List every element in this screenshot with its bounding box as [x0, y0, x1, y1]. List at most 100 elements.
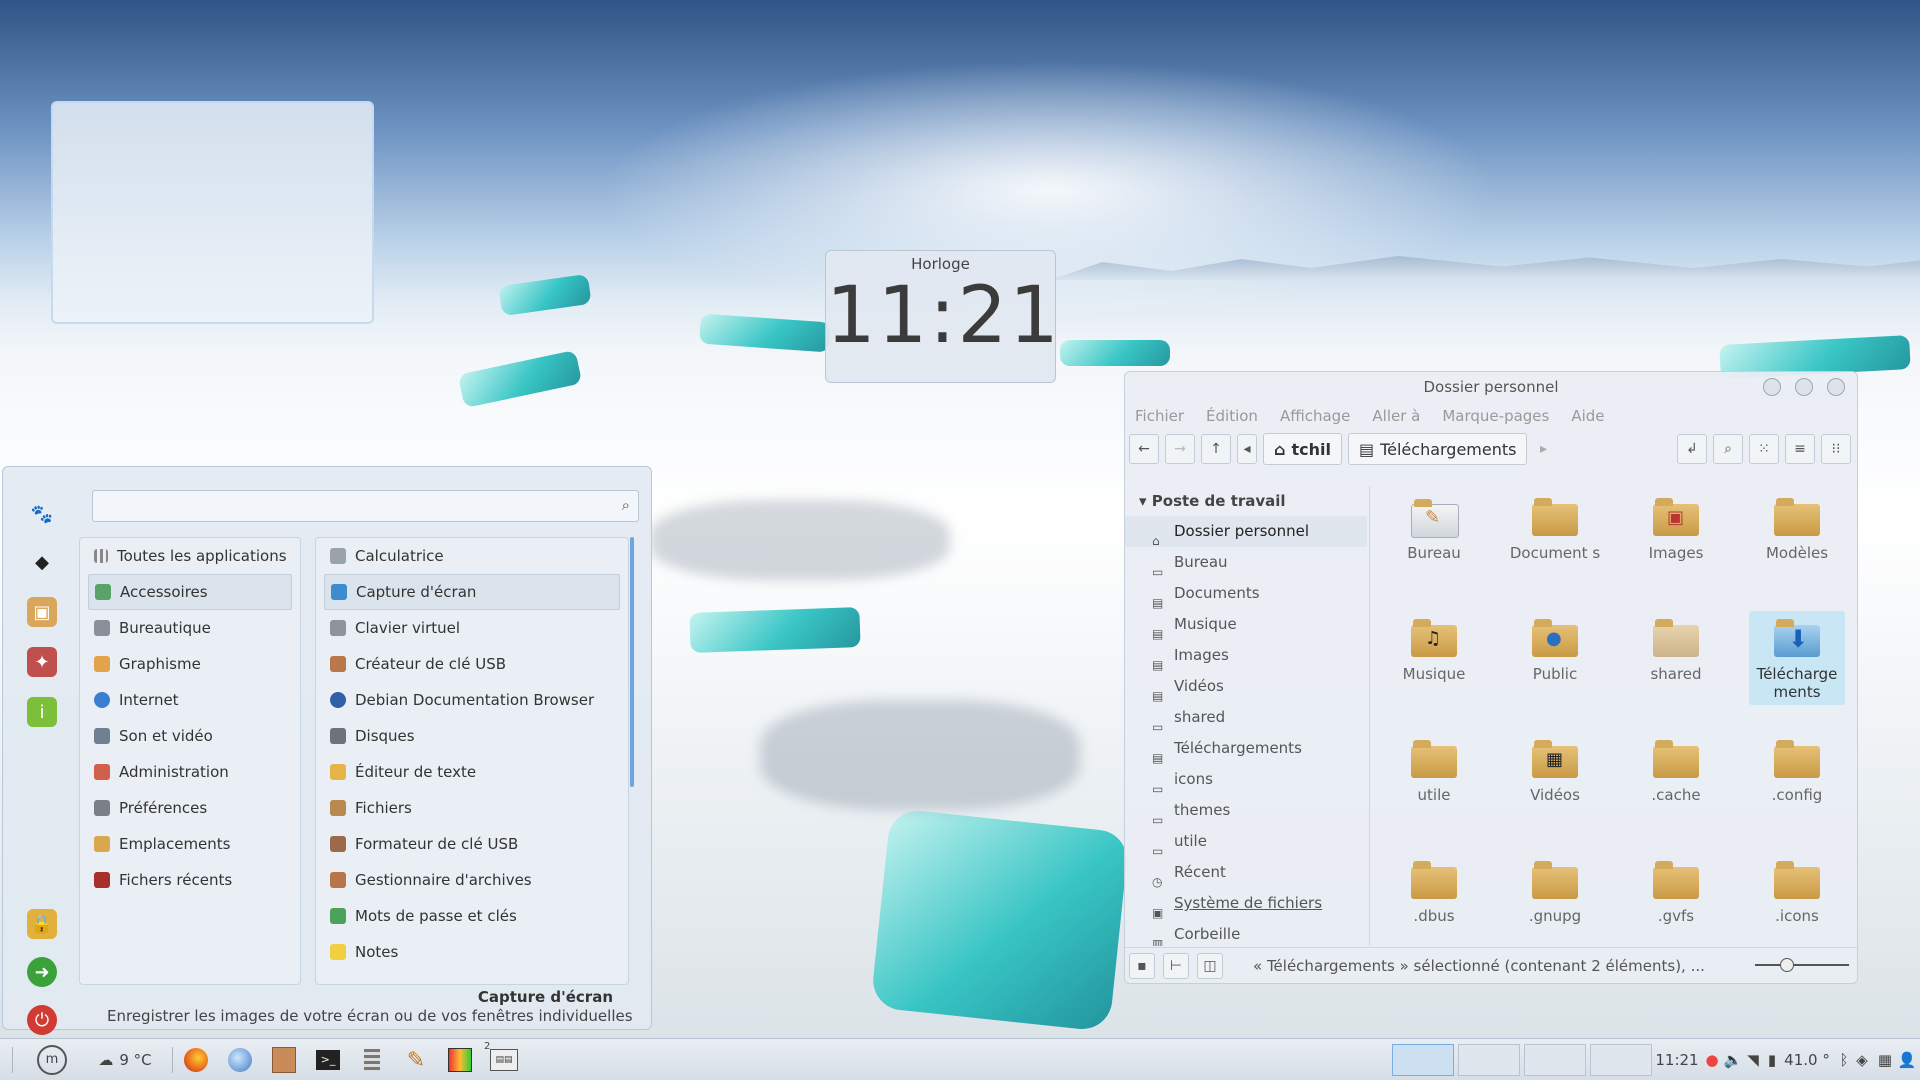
file-item-icons[interactable]: .icons	[1749, 853, 1845, 925]
file-item-gnupg[interactable]: .gnupg	[1507, 853, 1603, 925]
breadcrumb-downloads[interactable]: ▤ Téléchargements	[1347, 433, 1528, 465]
back-button[interactable]: ←	[1129, 434, 1159, 464]
sidebar-item-recent[interactable]: ◷ Récent	[1125, 857, 1369, 889]
clock-applet[interactable]: 11:21	[1654, 1045, 1700, 1075]
weather-applet[interactable]: ☁ 9 °C	[90, 1045, 160, 1075]
sidebar-item-themes[interactable]: ▭ themes	[1125, 795, 1369, 827]
zoom-slider-knob[interactable]	[1779, 958, 1794, 972]
file-item-bureau[interactable]: ✎ Bureau	[1386, 490, 1482, 562]
app-clavier-virtuel[interactable]: Clavier virtuel	[316, 610, 628, 646]
user-icon[interactable]: 👤	[1898, 1045, 1917, 1075]
bluetooth-icon[interactable]: ᛒ	[1836, 1045, 1852, 1075]
list-view-button[interactable]: ≡	[1785, 434, 1815, 464]
sidebar-item-bureau[interactable]: ▭ Bureau	[1125, 547, 1369, 579]
forward-button[interactable]: →	[1165, 434, 1195, 464]
lock-screen-icon[interactable]: 🔒	[27, 909, 57, 939]
sidebar-item-filesystem[interactable]: ▣ Système de fichiers	[1125, 888, 1369, 920]
app-fichiers[interactable]: Fichiers	[316, 790, 628, 826]
workspace-1[interactable]	[1392, 1044, 1454, 1076]
menu-fichier[interactable]: Fichier	[1135, 402, 1184, 430]
path-left-button[interactable]: ◂	[1237, 434, 1257, 464]
gimp-icon[interactable]: 🐾	[27, 499, 57, 529]
browser-launcher[interactable]	[224, 1045, 256, 1075]
category-son-et-video[interactable]: Son et vidéo	[80, 718, 300, 754]
file-item-utile[interactable]: utile	[1386, 732, 1482, 804]
category-bureautique[interactable]: Bureautique	[80, 610, 300, 646]
workspace-preview-desklet[interactable]	[51, 101, 374, 324]
shield-icon[interactable]: ◈	[1854, 1045, 1870, 1075]
archive-launcher[interactable]	[268, 1045, 300, 1075]
tree-view-button[interactable]: ⊢	[1163, 952, 1189, 979]
app-disques[interactable]: Disques	[316, 718, 628, 754]
file-item-images[interactable]: ▣ Images	[1628, 490, 1724, 562]
sidebar-item-home[interactable]: ⌂ Dossier personnel	[1125, 516, 1367, 548]
sidebar-item-utile[interactable]: ▭ utile	[1125, 826, 1369, 858]
menu-aide[interactable]: Aide	[1571, 402, 1604, 430]
menu-affichage[interactable]: Affichage	[1280, 402, 1350, 430]
package-icon[interactable]: ▣	[27, 597, 57, 627]
terminal-launcher[interactable]: >_	[312, 1045, 344, 1075]
sidebar-item-icons[interactable]: ▭ icons	[1125, 764, 1369, 796]
app-formateur-cle-usb[interactable]: Formateur de clé USB	[316, 826, 628, 862]
window-list-button[interactable]: ▤▤	[486, 1045, 522, 1075]
calculator-launcher[interactable]	[356, 1045, 388, 1075]
file-item-videos[interactable]: ▦ Vidéos	[1507, 732, 1603, 804]
file-item-cache[interactable]: .cache	[1628, 732, 1724, 804]
sidebar-item-telechargements[interactable]: ▤ Téléchargements	[1125, 733, 1369, 765]
network-icon[interactable]: ◥	[1744, 1045, 1762, 1075]
app-mots-de-passe[interactable]: Mots de passe et clés	[316, 898, 628, 934]
logout-icon[interactable]: ➜	[27, 957, 57, 987]
category-accessoires[interactable]: Accessoires	[88, 574, 292, 610]
app-calculatrice[interactable]: Calculatrice	[316, 538, 628, 574]
icon-view-button[interactable]: ⁙	[1749, 434, 1779, 464]
color-launcher[interactable]	[444, 1045, 476, 1075]
sidebar-item-videos[interactable]: ▤ Vidéos	[1125, 671, 1369, 703]
show-sidebar-button[interactable]: ▪	[1129, 952, 1155, 979]
app-createur-cle-usb[interactable]: Créateur de clé USB	[316, 646, 628, 682]
minimize-button[interactable]	[1763, 378, 1781, 396]
category-graphisme[interactable]: Graphisme	[80, 646, 300, 682]
sidebar-item-documents[interactable]: ▤ Documents	[1125, 578, 1369, 610]
compact-view-button[interactable]: ⁝⁝	[1821, 434, 1851, 464]
sidebar-item-shared[interactable]: ▭ shared	[1125, 702, 1369, 734]
file-item-telechargements[interactable]: ⬇ Télécharge ments	[1749, 611, 1845, 705]
maximize-button[interactable]	[1795, 378, 1813, 396]
breadcrumb-home[interactable]: ⌂ tchil	[1263, 433, 1342, 465]
inkscape-icon[interactable]: ◆	[27, 547, 57, 577]
path-right-button[interactable]: ▸	[1533, 434, 1553, 464]
app-notes[interactable]: Notes	[316, 934, 628, 970]
zoom-slider[interactable]	[1755, 958, 1849, 972]
file-item-dbus[interactable]: .dbus	[1386, 853, 1482, 925]
app-editeur-texte[interactable]: Éditeur de texte	[316, 754, 628, 790]
file-item-documents[interactable]: Document s	[1507, 490, 1603, 562]
menu-aller-a[interactable]: Aller à	[1372, 402, 1420, 430]
menu-edition[interactable]: Édition	[1206, 402, 1258, 430]
category-preferences[interactable]: Préférences	[80, 790, 300, 826]
workspace-4[interactable]	[1590, 1044, 1652, 1076]
battery-icon[interactable]: ▮	[1764, 1045, 1780, 1075]
file-item-gvfs[interactable]: .gvfs	[1628, 853, 1724, 925]
sidebar-header[interactable]: ▾ Poste de travail	[1125, 486, 1369, 516]
toggle-location-button[interactable]: ↲	[1677, 434, 1707, 464]
file-item-modeles[interactable]: Modèles	[1749, 490, 1845, 562]
file-item-public[interactable]: ● Public	[1507, 611, 1603, 683]
menu-marque-pages[interactable]: Marque-pages	[1442, 402, 1549, 430]
menu-search-input[interactable]: ⌕	[92, 490, 639, 522]
calendar-icon[interactable]: ▦	[1876, 1045, 1894, 1075]
app-debian-doc-browser[interactable]: Debian Documentation Browser	[316, 682, 628, 718]
workspace-2[interactable]	[1458, 1044, 1520, 1076]
close-button[interactable]	[1827, 378, 1845, 396]
category-all[interactable]: Toutes les applications	[80, 538, 300, 574]
workspace-3[interactable]	[1524, 1044, 1586, 1076]
sidebar-item-images[interactable]: ▤ Images	[1125, 640, 1369, 672]
extra-pane-button[interactable]: ◫	[1197, 952, 1223, 979]
software-center-icon[interactable]: ✦	[27, 647, 57, 677]
sidebar-item-musique[interactable]: ▤ Musique	[1125, 609, 1369, 641]
info-icon[interactable]: i	[27, 697, 57, 727]
app-capture-ecran[interactable]: Capture d'écran	[324, 574, 620, 610]
sidebar-item-trash[interactable]: ▥ Corbeille	[1125, 919, 1369, 946]
text-editor-launcher[interactable]: ✎	[400, 1045, 432, 1075]
app-gestionnaire-archives[interactable]: Gestionnaire d'archives	[316, 862, 628, 898]
volume-icon[interactable]: 🔈	[1724, 1045, 1743, 1075]
up-button[interactable]: ↑	[1201, 434, 1231, 464]
